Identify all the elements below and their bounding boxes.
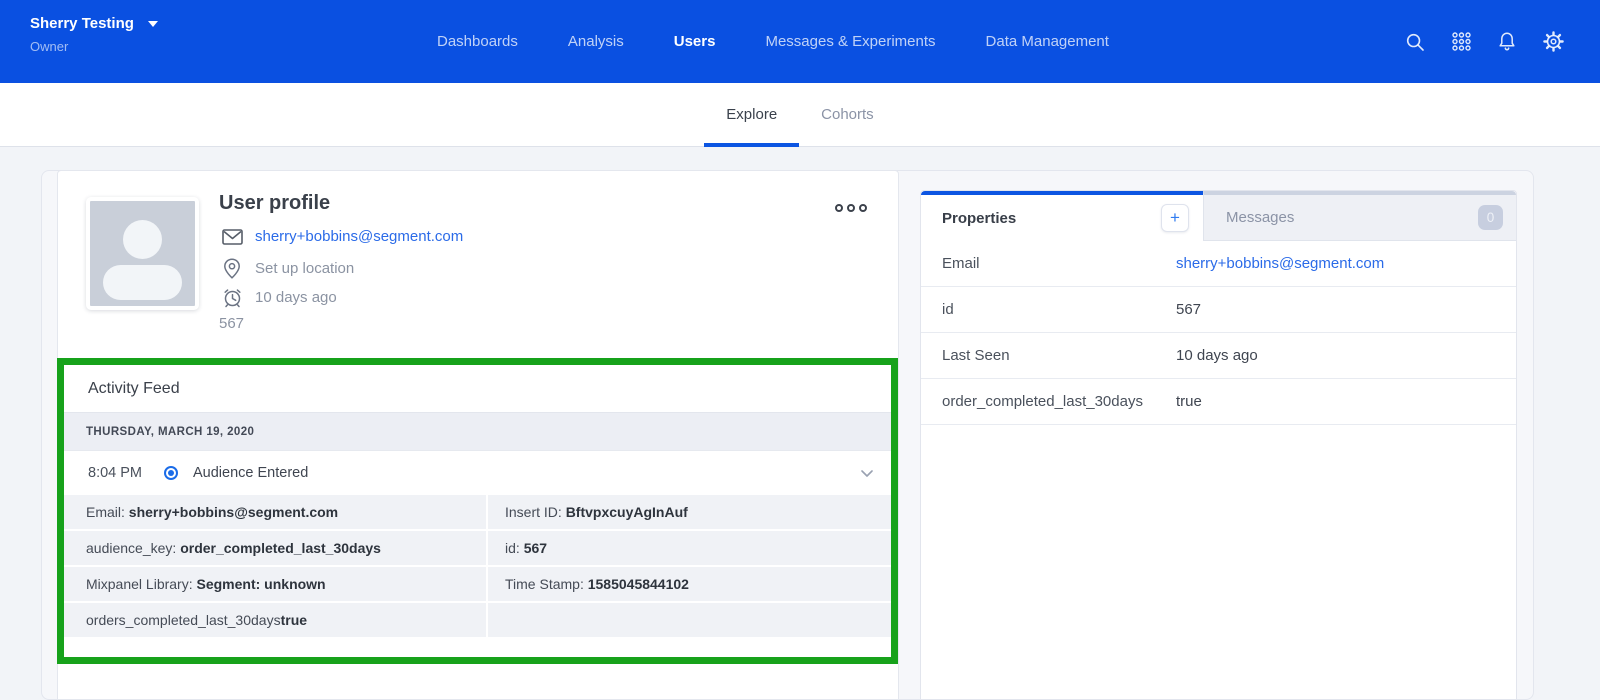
apps-grid-icon[interactable] [1450, 31, 1472, 53]
activity-event-row[interactable]: 8:04 PM Audience Entered [64, 451, 891, 495]
nav-users[interactable]: Users [674, 33, 716, 50]
tab-messages-label: Messages [1226, 209, 1294, 226]
property-value: true [1176, 393, 1202, 410]
table-row: Mixpanel Library: Segment: unknown Time … [64, 567, 891, 603]
event-name: Audience Entered [193, 465, 308, 481]
search-icon[interactable] [1404, 31, 1426, 53]
messages-count-badge: 0 [1478, 205, 1503, 230]
tab-explore-label: Explore [726, 106, 777, 123]
table-row: order_completed_last_30days true [921, 379, 1516, 425]
detail-value: order_completed_last_30days [180, 540, 381, 556]
top-nav-bar: Sherry Testing Owner Dashboards Analysis… [0, 0, 1600, 83]
property-key: Last Seen [942, 347, 1176, 364]
last-seen-text: 10 days ago [255, 289, 337, 306]
set-up-location-link[interactable]: Set up location [255, 260, 354, 277]
table-row: audience_key: order_completed_last_30day… [64, 531, 891, 567]
table-row: Email: sherry+bobbins@segment.com Insert… [64, 495, 891, 531]
more-options-button[interactable] [835, 204, 867, 212]
chevron-down-icon [148, 21, 158, 27]
detail-value: 567 [524, 540, 547, 556]
avatar [86, 197, 199, 310]
tab-messages[interactable]: Messages 0 [1203, 191, 1516, 241]
detail-value: sherry+bobbins@segment.com [129, 504, 338, 520]
detail-value: true [281, 612, 307, 628]
property-key: Email [942, 255, 1176, 272]
topbar-icons [1404, 0, 1564, 83]
nav-analysis[interactable]: Analysis [568, 33, 624, 50]
add-property-button[interactable]: + [1161, 204, 1189, 232]
detail-label: Insert ID: [505, 504, 566, 520]
chevron-down-icon[interactable] [861, 470, 873, 477]
detail-label: audience_key: [86, 540, 180, 556]
location-pin-icon [221, 258, 243, 279]
detail-label: Email: [86, 504, 129, 520]
detail-value: BftvpxcuyAgInAuf [566, 504, 688, 520]
detail-value: Segment: unknown [197, 576, 326, 592]
property-key: order_completed_last_30days [942, 393, 1176, 410]
nav-dashboards[interactable]: Dashboards [437, 33, 518, 50]
property-value: 567 [1176, 301, 1201, 318]
project-name: Sherry Testing [30, 15, 134, 32]
tab-properties[interactable]: Properties + [921, 191, 1203, 241]
property-value: 10 days ago [1176, 347, 1258, 364]
tab-cohorts-label: Cohorts [821, 106, 874, 123]
audience-event-icon [164, 466, 178, 480]
property-key: id [942, 301, 1176, 318]
notifications-bell-icon[interactable] [1496, 31, 1518, 53]
kebab-dot-icon [835, 204, 843, 212]
section-tabs: Explore Cohorts [0, 83, 1600, 147]
detail-label: orders_completed_last_30days [86, 612, 281, 628]
main-nav: Dashboards Analysis Users Messages & Exp… [437, 0, 1109, 83]
project-switcher[interactable]: Sherry Testing Owner [30, 15, 158, 54]
properties-tabs: Properties + Messages 0 [921, 191, 1516, 241]
profile-email-row: sherry+bobbins@segment.com [221, 228, 463, 245]
event-properties-table: Email: sherry+bobbins@segment.com Insert… [64, 495, 891, 639]
envelope-icon [221, 229, 243, 245]
profile-email-link[interactable]: sherry+bobbins@segment.com [255, 228, 463, 245]
table-row: Email sherry+bobbins@segment.com [921, 241, 1516, 287]
detail-label: id: [505, 540, 524, 556]
activity-date-header: THURSDAY, MARCH 19, 2020 [64, 413, 891, 451]
alarm-clock-icon [221, 287, 243, 308]
project-role: Owner [30, 39, 158, 54]
tab-cohorts[interactable]: Cohorts [821, 83, 874, 146]
avatar-silhouette [123, 220, 162, 259]
tab-explore[interactable]: Explore [726, 83, 777, 146]
settings-gear-icon[interactable] [1542, 31, 1564, 53]
page-title: User profile [219, 192, 330, 215]
properties-panel: Properties + Messages 0 Email sherry+bob… [920, 190, 1517, 700]
activity-feed-panel: Activity Feed THURSDAY, MARCH 19, 2020 8… [57, 358, 898, 664]
table-row: id 567 [921, 287, 1516, 333]
user-id-text: 567 [219, 315, 244, 332]
nav-messages-experiments[interactable]: Messages & Experiments [765, 33, 935, 50]
detail-value: 1585045844102 [588, 576, 689, 592]
property-value-email-link[interactable]: sherry+bobbins@segment.com [1176, 255, 1384, 272]
event-time: 8:04 PM [88, 465, 164, 481]
table-row: orders_completed_last_30daystrue [64, 603, 891, 639]
detail-label: Time Stamp: [505, 576, 588, 592]
tab-properties-label: Properties [942, 210, 1016, 227]
profile-last-seen-row: 10 days ago [221, 287, 337, 308]
detail-label: Mixpanel Library: [86, 576, 197, 592]
activity-feed-title: Activity Feed [64, 365, 891, 413]
nav-data-management[interactable]: Data Management [986, 33, 1109, 50]
table-row: Last Seen 10 days ago [921, 333, 1516, 379]
profile-location-row: Set up location [221, 258, 354, 279]
